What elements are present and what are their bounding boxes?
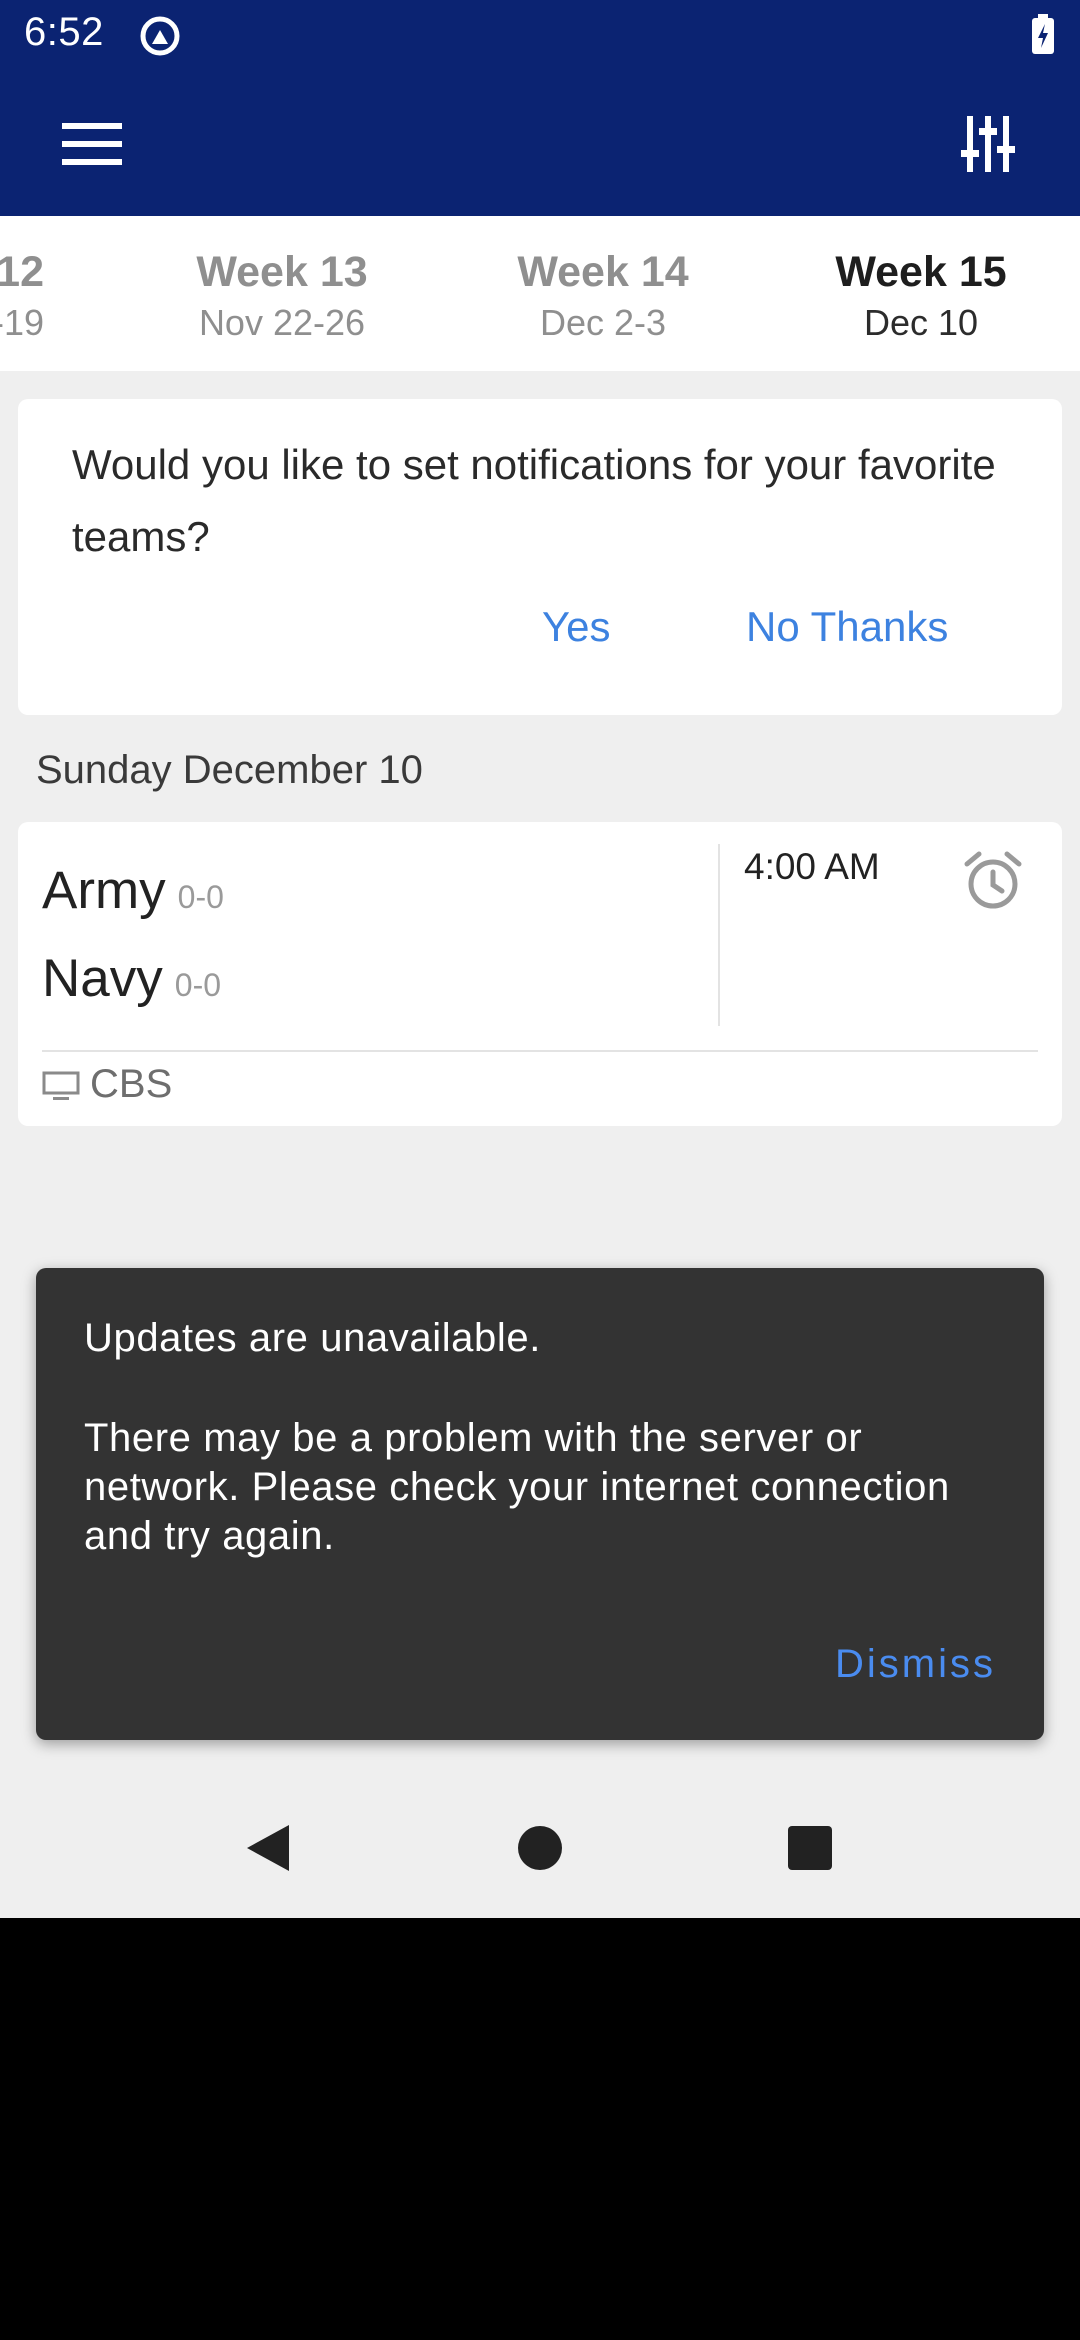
snackbar-title: Updates are unavailable.: [84, 1316, 541, 1360]
week-dates: Nov 22-26: [198, 302, 366, 343]
back-icon: [247, 1825, 289, 1871]
dismiss-button[interactable]: Dismiss: [835, 1642, 996, 1687]
week-dates: Dec 10: [863, 302, 979, 343]
recents-button[interactable]: [770, 1808, 850, 1888]
snackbar-message: There may be a problem with the server o…: [84, 1416, 950, 1558]
no-thanks-button[interactable]: No Thanks: [746, 603, 948, 651]
team-record: 0-0: [174, 967, 222, 1003]
recents-icon: [788, 1826, 832, 1870]
alarm-clock-icon[interactable]: [962, 850, 1024, 912]
yes-button[interactable]: Yes: [542, 603, 611, 651]
system-navigation-bar: [0, 1780, 1080, 1918]
app-screen: 6:52 12 19 Week 13 Nov 22-26 Week 14 Dec…: [0, 0, 1080, 1918]
team-name: Army: [42, 861, 166, 920]
tv-icon: [42, 1071, 80, 1100]
game-time: 4:00 AM: [744, 846, 880, 887]
home-button[interactable]: [500, 1808, 580, 1888]
status-time: 6:52: [24, 10, 104, 54]
day-header: Sunday December 10: [36, 748, 423, 792]
game-card[interactable]: Army 0-0 Navy 0-0 4:00 AM CBS: [18, 822, 1062, 1126]
vertical-divider: [718, 844, 720, 1026]
week-tabs: 12 -19 Week 13 Nov 22-26 Week 14 Dec 2-3…: [0, 216, 1080, 371]
data-saver-icon: [140, 16, 180, 56]
horizontal-divider: [42, 1050, 1038, 1052]
back-button[interactable]: [228, 1808, 308, 1888]
week-label: 12: [0, 248, 44, 296]
tab-week-15[interactable]: Week 15 Dec 10: [761, 246, 1080, 346]
notification-prompt-text: Would you like to set notifications for …: [72, 441, 996, 560]
tv-network: CBS: [90, 1062, 173, 1106]
week-label: Week 13: [196, 248, 368, 296]
notification-prompt-card: Would you like to set notifications for …: [18, 399, 1062, 715]
week-dates: -19: [0, 302, 44, 343]
week-dates: Dec 2-3: [539, 302, 667, 343]
team-row-away: Army 0-0: [42, 860, 224, 921]
battery-charging-icon: [1032, 14, 1054, 54]
week-label: Week 14: [517, 248, 689, 296]
tab-week-12[interactable]: 12 -19: [0, 246, 44, 346]
tab-week-13[interactable]: Week 13 Nov 22-26: [122, 246, 442, 346]
home-icon: [518, 1826, 562, 1870]
team-record: 0-0: [177, 879, 224, 915]
app-bar: [0, 72, 1080, 216]
team-name: Navy: [42, 949, 163, 1008]
tab-week-14[interactable]: Week 14 Dec 2-3: [443, 246, 763, 346]
team-row-home: Navy 0-0: [42, 948, 221, 1009]
menu-icon: [62, 123, 122, 165]
updates-unavailable-snackbar: Updates are unavailable. There may be a …: [36, 1268, 1044, 1740]
week-label: Week 15: [835, 248, 1007, 296]
filter-button[interactable]: [948, 108, 1028, 180]
status-bar: 6:52: [0, 0, 1080, 72]
menu-button[interactable]: [52, 112, 132, 176]
filter-sliders-icon: [961, 116, 1015, 172]
